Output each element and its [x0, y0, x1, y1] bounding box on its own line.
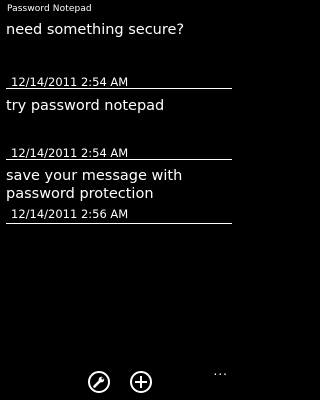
- note-item[interactable]: need something secure? 12/14/2011 2:54 A…: [6, 21, 232, 89]
- note-text: save your message with: [6, 168, 183, 184]
- plus-icon: [135, 376, 147, 388]
- settings-button[interactable]: [88, 371, 110, 393]
- note-divider: [6, 223, 232, 224]
- more-menu-button[interactable]: ...: [214, 365, 228, 377]
- note-text: password protection: [6, 186, 154, 202]
- note-date: 12/14/2011 2:54 AM: [11, 146, 129, 160]
- wrench-icon: [93, 376, 105, 388]
- note-date: 12/14/2011 2:54 AM: [11, 75, 129, 89]
- note-date: 12/14/2011 2:56 AM: [11, 207, 129, 221]
- note-divider: [6, 88, 232, 89]
- application-bar: ...: [0, 364, 240, 400]
- note-item[interactable]: try password notepad 12/14/2011 2:54 AM: [6, 97, 232, 160]
- note-text: try password notepad: [6, 98, 165, 114]
- app-title: Password Notepad: [7, 4, 92, 14]
- note-text: need something secure?: [6, 22, 185, 38]
- add-note-button[interactable]: [130, 371, 152, 393]
- note-item[interactable]: save your message with password protecti…: [6, 167, 232, 227]
- note-divider: [6, 159, 232, 160]
